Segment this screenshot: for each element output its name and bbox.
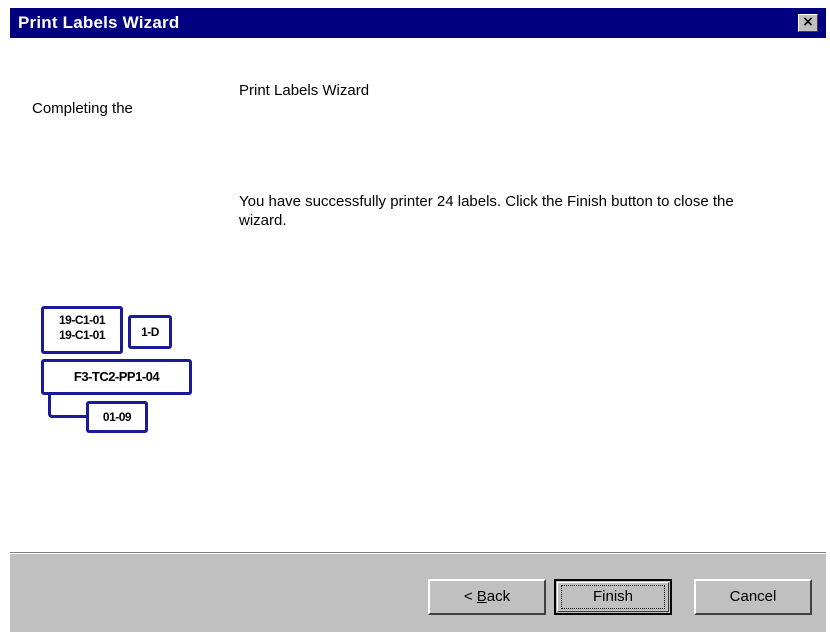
button-bar: < Back Finish Cancel	[10, 554, 826, 632]
label-small-text: 1-D	[141, 325, 159, 339]
title-bar[interactable]: Print Labels Wizard ×	[10, 8, 826, 38]
wizard-content: Completing the Print Labels Wizard You h…	[10, 38, 826, 552]
cancel-button[interactable]: Cancel	[694, 579, 812, 615]
cancel-button-label: Cancel	[729, 588, 777, 605]
label-graphic-main: F3-TC2-PP1-04	[41, 359, 192, 395]
label-graphic-bottom: 01-09	[86, 401, 148, 433]
label-bottom-text: 01-09	[102, 410, 132, 424]
label-graphic-top: 19-C1-01 19-C1-01	[41, 306, 123, 354]
close-button[interactable]: ×	[798, 14, 818, 32]
finish-button-label: Finish	[592, 588, 633, 605]
label-graphic-small: 1-D	[128, 315, 172, 349]
labels-illustration: 19-C1-01 19-C1-01 1-D F3-TC2-PP1-04 01-0…	[36, 306, 216, 446]
finish-button[interactable]: Finish	[554, 579, 672, 615]
back-rest: ack	[486, 588, 511, 605]
window-title: Print Labels Wizard	[18, 13, 180, 32]
label-top-line2: 19-C1-01	[58, 328, 106, 342]
close-icon: ×	[802, 14, 814, 30]
wizard-window: Print Labels Wizard × Completing the Pri…	[0, 0, 830, 632]
back-button-label: < Back	[464, 588, 510, 605]
label-main-text: F3-TC2-PP1-04	[73, 369, 160, 384]
back-mnemonic: B	[476, 588, 487, 605]
wizard-page-title: Print Labels Wizard	[239, 82, 370, 99]
back-button[interactable]: < Back	[428, 579, 546, 615]
completion-message: You have successfully printer 24 labels.…	[239, 193, 734, 229]
label-top-line1: 19-C1-01	[58, 313, 106, 327]
back-prefix: <	[463, 588, 477, 605]
label-connector-line	[48, 395, 91, 418]
completing-heading: Completing the	[32, 100, 133, 117]
